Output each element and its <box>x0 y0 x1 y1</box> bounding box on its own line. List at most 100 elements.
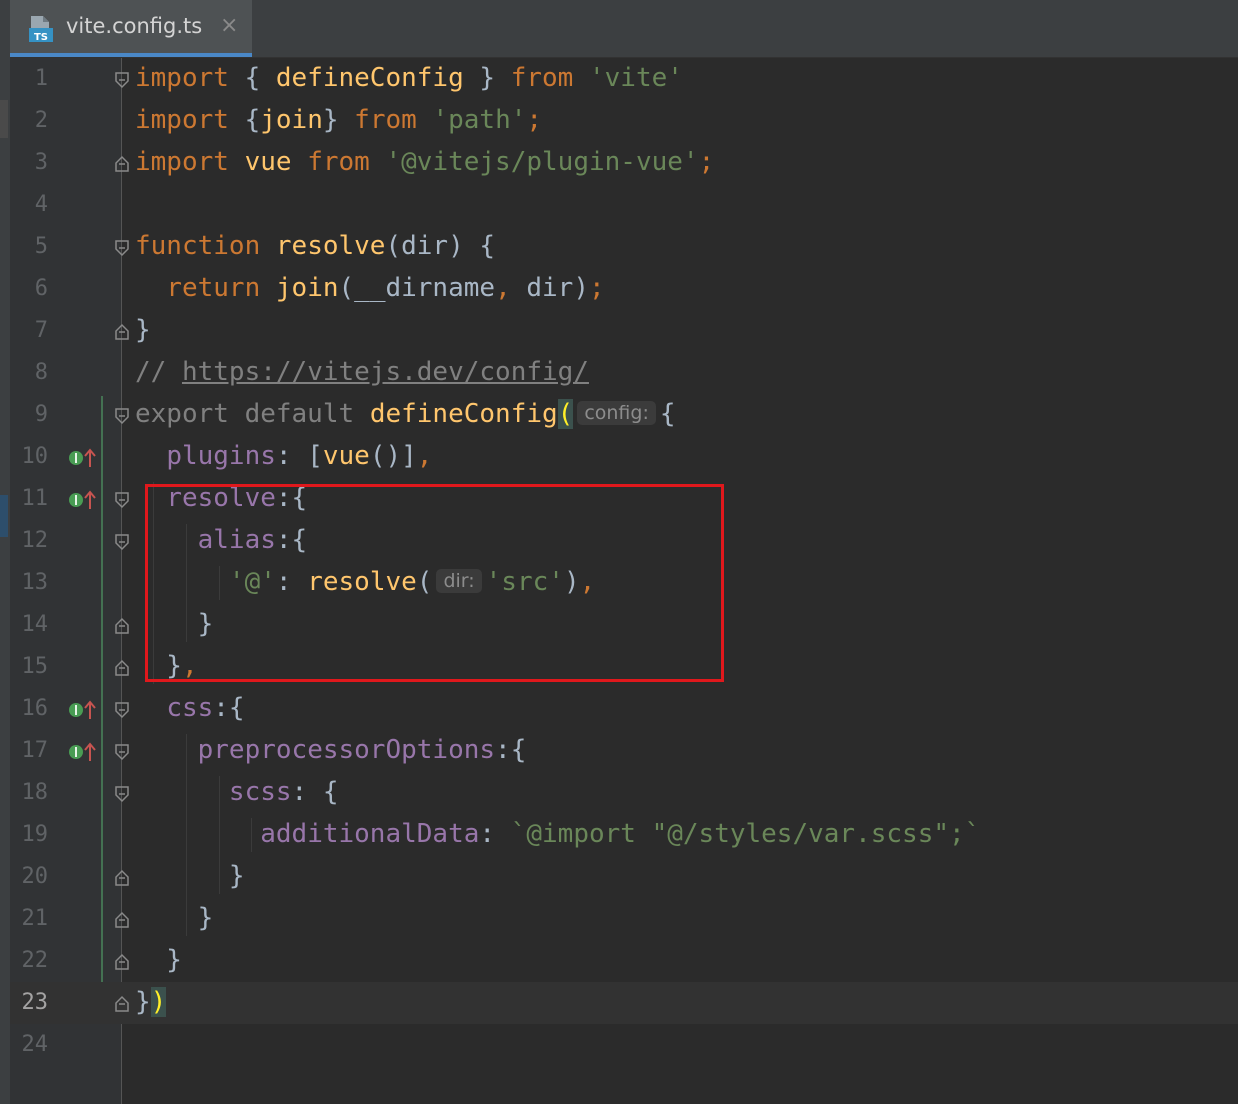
fold-close-icon[interactable] <box>114 154 130 174</box>
code-line[interactable]: 4 <box>10 184 1238 226</box>
indent-guide <box>219 776 220 894</box>
code-text: { <box>228 63 276 93</box>
code-content[interactable]: } <box>135 903 214 933</box>
code-text: ()] <box>369 441 417 471</box>
property-name: scss <box>228 777 292 807</box>
code-line[interactable]: 18 scss: { <box>10 772 1238 814</box>
code-line[interactable]: 3 import vue from '@vitejs/plugin-vue'; <box>10 142 1238 184</box>
code-line[interactable]: 7} <box>10 310 1238 352</box>
line-number: 14 <box>21 612 49 637</box>
fold-close-icon[interactable] <box>114 868 130 888</box>
fold-close-icon[interactable] <box>114 658 130 678</box>
keyword: from <box>510 63 574 93</box>
line-number: 5 <box>34 234 48 259</box>
code-content[interactable]: export default defineConfig(config:{ <box>135 399 676 429</box>
code-line[interactable]: 22 } <box>10 940 1238 982</box>
line-number: 13 <box>21 570 49 595</box>
code-line[interactable]: 21 } <box>10 898 1238 940</box>
line-number: 22 <box>21 948 49 973</box>
string-literal: `@import "@/styles/var.scss";` <box>510 819 981 849</box>
comment: // <box>135 357 182 387</box>
string-literal: '@vitejs/plugin-vue' <box>385 147 699 177</box>
keyword: from <box>307 147 370 177</box>
fold-open-icon[interactable] <box>114 238 130 258</box>
fold-close-icon[interactable] <box>114 616 130 636</box>
code-content[interactable]: } <box>135 861 245 891</box>
function-name: resolve <box>275 231 386 261</box>
parameter-hint: config: <box>577 401 656 425</box>
keyword: import <box>135 105 229 135</box>
implements-method-icon[interactable] <box>68 489 104 511</box>
fold-close-icon[interactable] <box>114 322 130 342</box>
strip-marker <box>0 100 8 138</box>
keyword: , <box>416 441 433 471</box>
code-content[interactable]: additionalData: `@import "@/styles/var.s… <box>135 819 980 849</box>
code-content[interactable]: scss: { <box>135 777 339 807</box>
line-number: 8 <box>34 360 48 385</box>
keyword: ; <box>526 105 543 135</box>
code-line[interactable]: 6 return join(__dirname, dir); <box>10 268 1238 310</box>
function-name: defineConfig <box>369 399 558 429</box>
code-content[interactable]: return join(__dirname, dir); <box>135 273 604 303</box>
fold-open-icon[interactable] <box>114 784 130 804</box>
code-content[interactable]: import {join} from 'path'; <box>135 105 542 135</box>
tab-vite-config[interactable]: TS vite.config.ts × <box>10 0 252 57</box>
line-number: 11 <box>21 486 49 511</box>
code-line[interactable]: 23}) <box>10 982 1238 1024</box>
fold-open-icon[interactable] <box>114 406 130 426</box>
url-link[interactable]: https://vitejs.dev/config/ <box>182 357 589 387</box>
keyword: ; <box>698 147 715 177</box>
code-line[interactable]: 20 } <box>10 856 1238 898</box>
code-text: } <box>463 63 511 93</box>
close-icon[interactable]: × <box>220 13 238 38</box>
code-line[interactable]: 24 <box>10 1024 1238 1066</box>
code-text: } <box>135 861 245 891</box>
fold-open-icon[interactable] <box>114 490 130 510</box>
line-number: 2 <box>34 108 48 133</box>
line-number: 10 <box>21 444 49 469</box>
line-number: 19 <box>21 822 49 847</box>
code-line[interactable]: 16 css:{ <box>10 688 1238 730</box>
fold-open-icon[interactable] <box>114 532 130 552</box>
code-content[interactable]: // https://vitejs.dev/config/ <box>135 357 589 387</box>
code-line[interactable]: 19 additionalData: `@import "@/styles/va… <box>10 814 1238 856</box>
implements-method-icon[interactable] <box>68 447 104 469</box>
code-content[interactable]: import vue from '@vitejs/plugin-vue'; <box>135 147 714 177</box>
code-content[interactable]: } <box>135 315 151 345</box>
fold-open-icon[interactable] <box>114 70 130 90</box>
code-content[interactable]: plugins: [vue()], <box>135 441 432 471</box>
code-content[interactable]: }) <box>135 987 167 1017</box>
function-name: vue <box>244 147 292 177</box>
function-name: join <box>275 273 339 303</box>
code-line[interactable]: 8 // https://vitejs.dev/config/ <box>10 352 1238 394</box>
fold-open-icon[interactable] <box>114 700 130 720</box>
code-line[interactable]: 5 function resolve(dir) { <box>10 226 1238 268</box>
implements-method-icon[interactable] <box>68 741 104 763</box>
code-line[interactable]: 1 import { defineConfig } from 'vite' <box>10 58 1238 100</box>
code-line[interactable]: 2 import {join} from 'path'; <box>10 100 1238 142</box>
fold-close-icon[interactable] <box>114 952 130 972</box>
implements-method-icon[interactable] <box>68 699 104 721</box>
code-line[interactable]: 10 plugins: [vue()], <box>10 436 1238 478</box>
code-content[interactable]: } <box>135 945 182 975</box>
code-text: (dir) { <box>385 231 496 261</box>
code-content[interactable]: function resolve(dir) { <box>135 231 495 261</box>
line-number: 4 <box>34 192 48 217</box>
code-text: :{ <box>213 693 245 723</box>
code-content[interactable]: preprocessorOptions:{ <box>135 735 527 765</box>
code-line[interactable]: 17 preprocessorOptions:{ <box>10 730 1238 772</box>
code-content[interactable]: css:{ <box>135 693 245 723</box>
fold-open-icon[interactable] <box>114 742 130 762</box>
code-content[interactable]: import { defineConfig } from 'vite' <box>135 63 683 93</box>
fold-close-icon[interactable] <box>114 994 130 1014</box>
indent-guide <box>251 818 252 852</box>
code-line[interactable]: 9 export default defineConfig(config:{ <box>10 394 1238 436</box>
fold-close-icon[interactable] <box>114 910 130 930</box>
